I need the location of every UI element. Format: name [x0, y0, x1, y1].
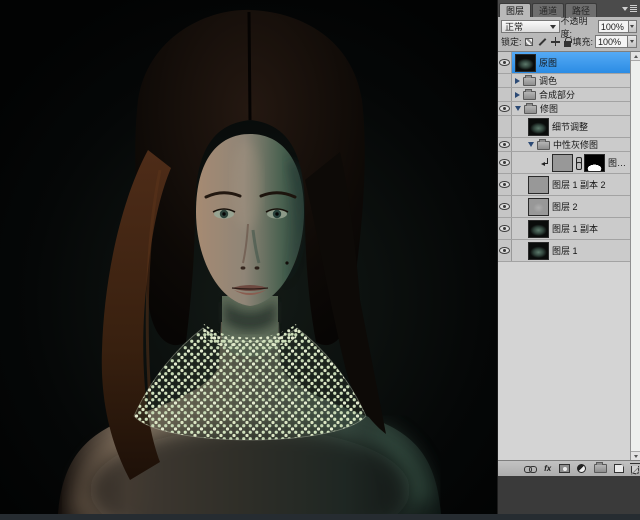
group-folder-icon [537, 141, 550, 150]
layer-name[interactable]: 修图 [540, 102, 560, 115]
layers-panel: 图层 通道 路径 正常 不透明度: 100% 锁定: [497, 0, 640, 520]
layer-thumbnail[interactable] [528, 198, 549, 216]
layers-scrollbar[interactable] [630, 52, 640, 460]
expand-triangle-icon[interactable] [515, 92, 520, 98]
visibility-toggle[interactable] [498, 196, 512, 217]
visibility-toggle[interactable] [498, 218, 512, 239]
group-row[interactable]: 合成部分 [498, 88, 630, 102]
fill-label: 填充: [572, 35, 593, 48]
fill-field[interactable]: 100% [595, 35, 628, 48]
scroll-up-icon[interactable] [631, 52, 640, 61]
layer-thumbnail[interactable] [528, 118, 549, 136]
layer-name[interactable]: 图层 1 副本 [552, 222, 600, 235]
layer-name[interactable]: 图层 1 ... [608, 156, 630, 169]
layer-row[interactable]: 图层 1 副本 [498, 218, 630, 240]
layer-row[interactable]: 图层 1 [498, 240, 630, 262]
layer-thumbnail[interactable] [528, 242, 549, 260]
eye-icon [499, 203, 510, 210]
visibility-toggle[interactable] [498, 138, 512, 151]
eye-icon [499, 59, 510, 66]
panel-resize-grip[interactable] [631, 467, 639, 475]
scroll-down-icon[interactable] [631, 451, 640, 460]
layer-name[interactable]: 合成部分 [539, 88, 577, 101]
eye-icon [499, 225, 510, 232]
layer-row[interactable]: 细节调整 [498, 116, 630, 138]
layer-name[interactable]: 细节调整 [552, 120, 590, 133]
layer-name[interactable]: 图层 1 [552, 244, 580, 257]
visibility-toggle[interactable] [498, 52, 512, 73]
lock-all-icon[interactable] [564, 41, 571, 47]
lock-label: 锁定: [501, 35, 522, 48]
lock-position-icon[interactable] [551, 37, 560, 46]
clipping-mask-arrow-icon [541, 158, 549, 167]
panel-menu-icon[interactable] [621, 3, 637, 14]
group-folder-icon [523, 91, 536, 100]
eye-icon [499, 159, 510, 166]
layers-panel-footer: fx [498, 460, 640, 476]
layer-row[interactable]: 图层 1 ... [498, 152, 630, 174]
opacity-field[interactable]: 100% [598, 20, 629, 33]
blend-mode-value: 正常 [505, 20, 523, 33]
visibility-toggle[interactable] [498, 102, 512, 115]
tab-layers[interactable]: 图层 [499, 3, 531, 17]
layer-thumbnail[interactable] [515, 54, 536, 72]
panel-tab-bar: 图层 通道 路径 [498, 0, 640, 17]
layer-name[interactable]: 中性灰修图 [553, 138, 600, 151]
visibility-toggle[interactable] [498, 88, 512, 101]
link-layers-icon[interactable] [524, 463, 536, 475]
eye-icon [499, 105, 510, 112]
beauty-mark [285, 261, 288, 264]
photoshop-workspace: 图层 通道 路径 正常 不透明度: 100% 锁定: [0, 0, 640, 520]
group-folder-icon [523, 77, 536, 86]
layer-thumbnail[interactable] [552, 154, 573, 172]
layer-row[interactable]: 原图 [498, 52, 630, 74]
collapse-triangle-icon[interactable] [515, 106, 521, 111]
group-row[interactable]: 调色 [498, 74, 630, 88]
eye-icon [499, 247, 510, 254]
layer-name[interactable]: 原图 [539, 56, 559, 69]
group-folder-icon [524, 105, 537, 114]
eye-icon [499, 181, 510, 188]
expand-triangle-icon[interactable] [515, 78, 520, 84]
layer-name[interactable]: 图层 1 副本 2 [552, 178, 608, 191]
layer-thumbnail[interactable] [528, 220, 549, 238]
mask-link-icon[interactable] [576, 157, 581, 169]
visibility-toggle[interactable] [498, 74, 512, 87]
visibility-toggle[interactable] [498, 240, 512, 261]
layer-row[interactable]: 图层 1 副本 2 [498, 174, 630, 196]
collapse-triangle-icon[interactable] [528, 142, 534, 147]
visibility-toggle[interactable] [498, 116, 512, 137]
visibility-toggle[interactable] [498, 152, 512, 173]
layer-name[interactable]: 调色 [539, 74, 559, 87]
layer-controls: 正常 不透明度: 100% 锁定: 填充: 100% [498, 17, 640, 52]
tab-channels[interactable]: 通道 [532, 3, 564, 17]
group-row[interactable]: 修图 [498, 102, 630, 116]
layer-style-icon[interactable]: fx [543, 463, 552, 475]
new-layer-icon[interactable] [614, 463, 624, 475]
layer-thumbnail[interactable] [528, 176, 549, 194]
group-row[interactable]: 中性灰修图 [498, 138, 630, 152]
new-group-icon[interactable] [594, 463, 607, 475]
bottom-edge-strip [0, 514, 640, 520]
add-mask-icon[interactable] [559, 463, 570, 475]
document-canvas[interactable] [0, 0, 497, 514]
layer-mask-thumbnail[interactable] [584, 154, 605, 172]
eye-icon [499, 141, 510, 148]
layer-name[interactable]: 图层 2 [552, 200, 580, 213]
tab-paths[interactable]: 路径 [565, 3, 597, 17]
lock-transparency-icon[interactable] [525, 38, 533, 46]
adjustment-layer-icon[interactable] [577, 463, 586, 475]
lock-pixels-icon[interactable] [537, 37, 547, 47]
portrait-photo [0, 0, 497, 514]
layer-row[interactable]: 图层 2 [498, 196, 630, 218]
blend-mode-select[interactable]: 正常 [501, 20, 560, 33]
opacity-slider-button[interactable] [629, 20, 637, 33]
visibility-toggle[interactable] [498, 174, 512, 195]
layers-list: 原图调色合成部分修图细节调整中性灰修图图层 1 ...图层 1 副本 2 图层 2… [498, 52, 640, 460]
chevron-down-icon [550, 25, 556, 29]
fill-slider-button[interactable] [628, 35, 637, 48]
